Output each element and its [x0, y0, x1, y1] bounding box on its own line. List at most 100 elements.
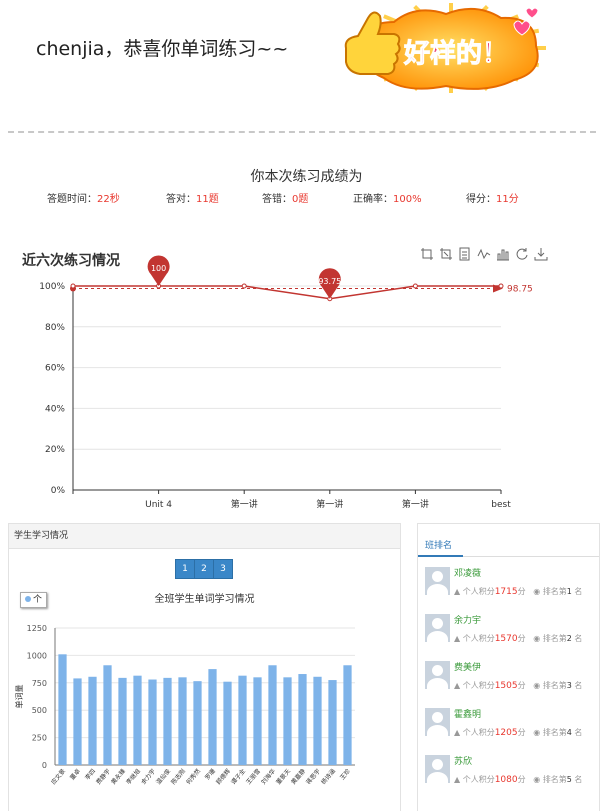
tab-active-indicator [418, 555, 463, 557]
tab-class-rank[interactable]: 班排名 [425, 538, 452, 551]
x-tick-label: 李四 [83, 767, 97, 781]
practice-line-chart: 0% 20% 40% 60% 80% 100% Unit 4 第一讲 第一讲 第一讲 best 98.… [39, 255, 533, 510]
bar-chart-title: 全班学生单词学习情况 [154, 594, 255, 605]
rank-icon: ◉ [533, 634, 541, 643]
bar [313, 676, 322, 765]
mark-point-label: 93.75 [318, 277, 341, 286]
page-2-button[interactable]: 2 [194, 559, 214, 579]
rank-item[interactable]: 苏欣 ▲ 个人积分1080分 ◉ 排名第5 名 [425, 755, 595, 795]
x-tick-label: 王珍 [338, 767, 352, 781]
rank-icon: ◉ [533, 728, 541, 737]
bar-type-icon[interactable] [497, 249, 509, 261]
bar [238, 675, 247, 765]
rank-item[interactable]: 邓凌薇 ▲ 个人积分1715分 ◉ 排名第1 名 [425, 567, 595, 607]
avatar [425, 708, 450, 736]
y-tick-label: 250 [32, 734, 47, 743]
x-tick-label: best [491, 500, 511, 510]
y-tick-label: 0% [51, 486, 66, 496]
rank-meta: ▲ 个人积分1505分 ◉ 排名第3 名 [454, 681, 583, 691]
bar [283, 677, 292, 765]
y-axis-title: 单词量 [14, 685, 24, 709]
result-title: 你本次练习成绩为 [250, 169, 363, 185]
y-tick-label: 750 [32, 679, 47, 688]
good-job-badge: 好样的！ [344, 3, 546, 93]
student-name[interactable]: 余力宇 [454, 613, 481, 626]
bar [88, 676, 97, 765]
x-tick-label: 应文景 [49, 767, 67, 786]
x-tick-label: 温仙俊 [154, 767, 172, 786]
data-view-icon[interactable] [459, 247, 470, 261]
x-tick-label: 第一讲 [402, 498, 429, 510]
avatar [425, 614, 450, 642]
bar [148, 679, 157, 765]
class-bar-chart: 0 250 500 750 1000 1250 单词量应文景 董卓 李四费静宇黄永臻李继旭余力宇… [14, 624, 355, 786]
bar [328, 680, 337, 765]
restore-icon[interactable] [516, 248, 528, 260]
x-tick-label: 黄嘉静 [289, 767, 307, 786]
user-icon: ▲ [454, 587, 461, 596]
chart-toolbox [420, 246, 555, 265]
congrats-message: chenjia，恭喜你单词练习~~ [36, 38, 289, 60]
line-type-icon[interactable] [477, 248, 491, 260]
student-name[interactable]: 霍鑫明 [454, 707, 481, 720]
y-tick-label: 500 [32, 706, 47, 715]
rank-item[interactable]: 霍鑫明 ▲ 个人积分1205分 ◉ 排名第4 名 [425, 708, 595, 748]
avatar [425, 755, 450, 783]
x-tick-label: 谭子全 [229, 767, 247, 786]
rank-icon: ◉ [533, 587, 541, 596]
zoom-icon[interactable] [421, 248, 433, 260]
stat-rate: 正确率：100% [353, 194, 422, 205]
bar [208, 669, 217, 765]
y-tick-label: 100% [39, 282, 65, 292]
stat-wrong: 答错：0题 [262, 194, 309, 205]
page-1-button[interactable]: 1 [175, 559, 195, 579]
rank-meta: ▲ 个人积分1205分 ◉ 排名第4 名 [454, 728, 583, 738]
y-tick-label: 0 [42, 761, 47, 770]
download-icon[interactable] [534, 248, 548, 261]
student-name[interactable]: 邓凌薇 [454, 566, 481, 579]
data-point [498, 283, 504, 289]
rank-meta: ▲ 个人积分1715分 ◉ 排名第1 名 [454, 587, 583, 597]
rank-item[interactable]: 余力宇 ▲ 个人积分1570分 ◉ 排名第2 名 [425, 614, 595, 654]
bar [268, 665, 277, 765]
data-point [412, 283, 418, 289]
student-name[interactable]: 苏欣 [454, 754, 472, 767]
x-tick-label: 陈志刚 [169, 767, 187, 786]
x-tick-label: 余力宇 [139, 767, 157, 786]
y-tick-label: 60% [45, 364, 65, 374]
x-tick-label: 刘海华 [259, 767, 277, 786]
study-panel-title: 学生学习情况 [9, 524, 400, 549]
line-chart-title: 近六次练习情况 [22, 253, 120, 269]
x-tick-label: 董景天 [274, 767, 292, 786]
bar [163, 677, 172, 765]
student-name[interactable]: 费美伊 [454, 660, 481, 673]
avatar [425, 661, 450, 689]
x-tick-label: 王丽雪 [245, 768, 262, 786]
x-tick-label: 第一讲 [231, 498, 258, 510]
rank-panel: 班排名 邓凌薇 ▲ 个人积分1715分 ◉ 排名第1 名余力宇 ▲ 个人积分1570… [417, 523, 600, 811]
y-tick-label: 80% [45, 323, 65, 333]
user-icon: ▲ [454, 728, 461, 737]
rank-icon: ◉ [533, 681, 541, 690]
rank-icon: ◉ [533, 775, 541, 784]
mark-line-label: 98.75 [507, 285, 533, 295]
rank-meta: ▲ 个人积分1570分 ◉ 排名第2 名 [454, 634, 583, 644]
zoom-reset-icon[interactable] [440, 248, 452, 260]
user-icon: ▲ [454, 775, 461, 784]
x-tick-label: 董卓 [68, 767, 82, 781]
x-tick-label: 蒋思宇 [304, 767, 322, 786]
data-point [241, 283, 247, 289]
x-tick-label: 何秀然 [184, 767, 202, 786]
section-divider [8, 131, 596, 133]
bar [223, 681, 232, 765]
y-tick-label: 20% [45, 445, 65, 455]
x-tick-label: 第一讲 [316, 498, 343, 510]
user-icon: ▲ [454, 634, 461, 643]
page-3-button[interactable]: 3 [213, 559, 233, 579]
avatar [425, 567, 450, 595]
x-tick-label: 杨诗涵 [319, 767, 337, 786]
x-tick-label: 顾德辉 [214, 767, 232, 786]
bar [253, 677, 262, 765]
bar [133, 675, 142, 765]
rank-item[interactable]: 费美伊 ▲ 个人积分1505分 ◉ 排名第3 名 [425, 661, 595, 701]
